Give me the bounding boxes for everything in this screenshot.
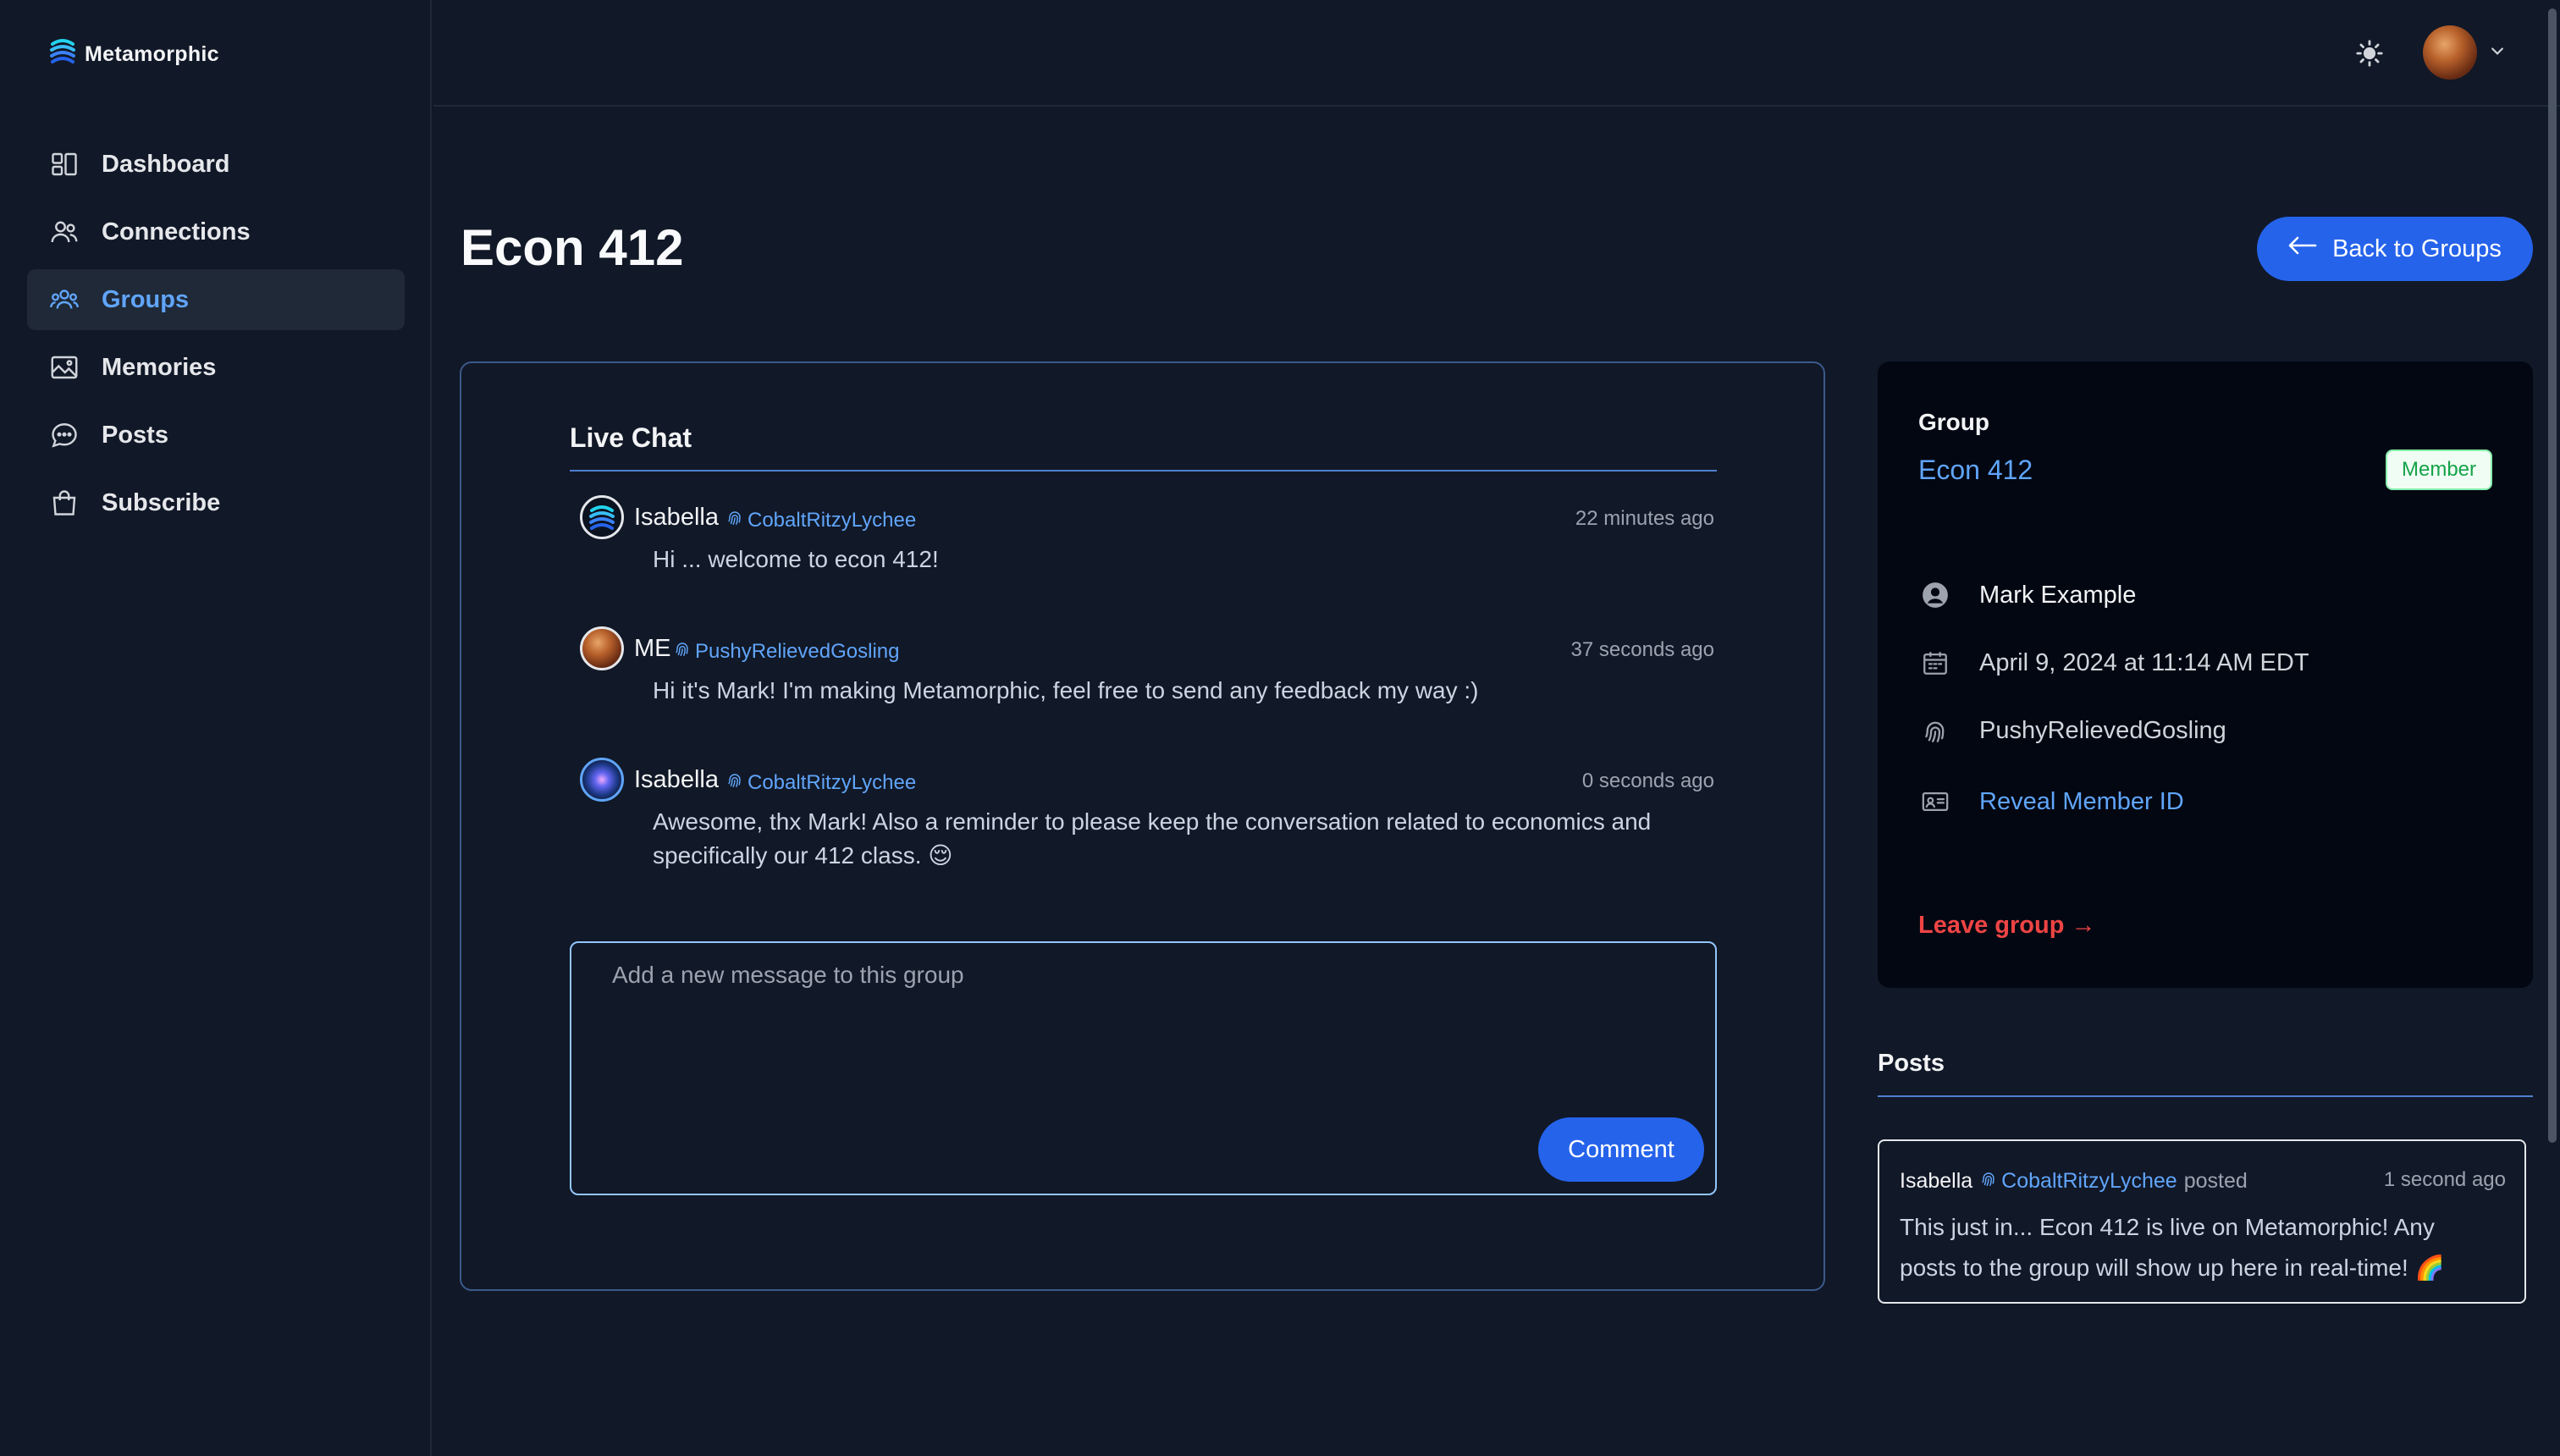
users-icon [47, 215, 81, 249]
avatar [2423, 25, 2477, 80]
arrow-left-icon [2288, 234, 2317, 264]
handle-text: CobaltRitzyLychee [748, 770, 917, 794]
calendar-icon [1918, 646, 1952, 680]
message-time: 0 seconds ago [1581, 769, 1714, 792]
back-to-groups-button[interactable]: Back to Groups [2257, 217, 2533, 281]
sidebar-item-label: Posts [102, 421, 168, 449]
chat-title: Live Chat [570, 422, 692, 453]
fingerprint-icon [726, 769, 744, 796]
message-text: Awesome, thx Mark! Also a reminder to pl… [653, 808, 1652, 869]
user-group-icon [47, 283, 81, 317]
fingerprint-icon [726, 507, 744, 533]
back-button-label: Back to Groups [2332, 234, 2502, 262]
group-label: Group [1918, 409, 1989, 435]
chat-bubble-icon [47, 418, 81, 452]
sidebar-item-posts[interactable]: Posts [27, 405, 405, 466]
message-text: Hi ... welcome to econ 412! [653, 546, 939, 572]
sidebar-item-label: Memories [102, 353, 217, 381]
app-logo[interactable]: Metamorphic [49, 36, 219, 74]
message-composer: Comment [570, 941, 1717, 1195]
page-scrollbar[interactable] [2548, 8, 2557, 1143]
message-time: 37 seconds ago [1570, 638, 1714, 661]
group-created-row: April 9, 2024 at 11:14 AM EDT [1918, 646, 2309, 680]
shopping-bag-icon [47, 486, 81, 520]
group-info-card: Group Econ 412 Member Mark Example April… [1878, 361, 2533, 988]
handle-text: PushyRelievedGosling [695, 639, 900, 663]
member-badge: Member [2386, 449, 2492, 490]
member-handle: PushyRelievedGosling [1979, 716, 2226, 744]
divider [570, 470, 1717, 472]
group-owner: Mark Example [1979, 581, 2137, 609]
divider [1878, 1095, 2533, 1097]
fingerprint-icon [1918, 714, 1952, 747]
post-author: Isabella [1900, 1169, 1973, 1193]
author-handle-link[interactable]: CobaltRitzyLychee [1979, 1168, 2177, 1194]
post-card[interactable]: Isabella CobaltRitzyLychee posted 1 seco… [1878, 1139, 2526, 1304]
metamorphic-logo-icon [49, 36, 76, 74]
group-owner-row: Mark Example [1918, 578, 2136, 612]
posts-title: Posts [1878, 1050, 1945, 1077]
group-name-link[interactable]: Econ 412 [1918, 455, 2033, 486]
sidebar-item-connections[interactable]: Connections [27, 201, 405, 262]
handle-text: CobaltRitzyLychee [2001, 1169, 2177, 1193]
app-name: Metamorphic [85, 42, 219, 66]
sidebar-nav: Dashboard Connections Groups Memories Po… [27, 134, 405, 540]
author-handle-link[interactable]: PushyRelievedGosling [673, 638, 899, 665]
sidebar-item-label: Connections [102, 218, 251, 245]
fingerprint-icon [673, 638, 692, 665]
message-author: Isabella [634, 504, 719, 531]
post-text: This just in... Econ 412 is live on Meta… [1900, 1214, 2445, 1281]
reveal-member-id-link[interactable]: Reveal Member ID [1979, 788, 2184, 816]
message-author: Isabella [634, 766, 719, 793]
sidebar-item-label: Groups [102, 285, 190, 313]
sidebar-item-subscribe[interactable]: Subscribe [27, 472, 405, 533]
user-circle-icon [1918, 578, 1952, 612]
avatar[interactable] [580, 758, 624, 802]
sun-icon[interactable] [2350, 34, 2389, 73]
sidebar-item-label: Subscribe [102, 488, 221, 516]
post-verb: posted [2183, 1169, 2248, 1193]
photo-icon [47, 350, 81, 384]
post-time: 1 second ago [2383, 1168, 2506, 1191]
comment-button[interactable]: Comment [1538, 1117, 1704, 1182]
sidebar-item-memories[interactable]: Memories [27, 337, 405, 398]
group-created-date: April 9, 2024 at 11:14 AM EDT [1979, 648, 2309, 676]
sidebar-item-dashboard[interactable]: Dashboard [27, 134, 405, 195]
sidebar-item-groups[interactable]: Groups [27, 269, 405, 330]
author-handle-link[interactable]: CobaltRitzyLychee [726, 769, 916, 796]
leave-group-link[interactable]: Leave group → [1918, 912, 2096, 940]
message-time: 22 minutes ago [1575, 507, 1714, 530]
group-member-handle-row: PushyRelievedGosling [1918, 714, 2226, 747]
fingerprint-icon [1979, 1168, 1998, 1194]
avatar[interactable] [580, 626, 624, 670]
top-bar [433, 0, 2560, 107]
sidebar: Metamorphic Dashboard Connections Groups… [0, 0, 432, 1456]
message-author: ME [634, 635, 671, 662]
page-title: Econ 412 [461, 219, 684, 276]
id-card-icon [1918, 785, 1952, 819]
dashboard-icon [47, 147, 81, 181]
message-text: Hi it's Mark! I'm making Metamorphic, fe… [653, 677, 1479, 703]
chevron-down-icon [2489, 42, 2506, 63]
user-menu-button[interactable] [2423, 25, 2506, 80]
reveal-member-id-row[interactable]: Reveal Member ID [1918, 785, 2184, 819]
message-input[interactable] [610, 960, 1630, 1090]
handle-text: CobaltRitzyLychee [748, 508, 917, 532]
author-handle-link[interactable]: CobaltRitzyLychee [726, 507, 916, 533]
avatar[interactable] [580, 495, 624, 539]
post-header: Isabella CobaltRitzyLychee posted [1900, 1168, 2248, 1194]
live-chat-card: Live Chat Isabella CobaltRitzyLychee 22 … [460, 361, 1825, 1291]
sidebar-item-label: Dashboard [102, 150, 230, 178]
